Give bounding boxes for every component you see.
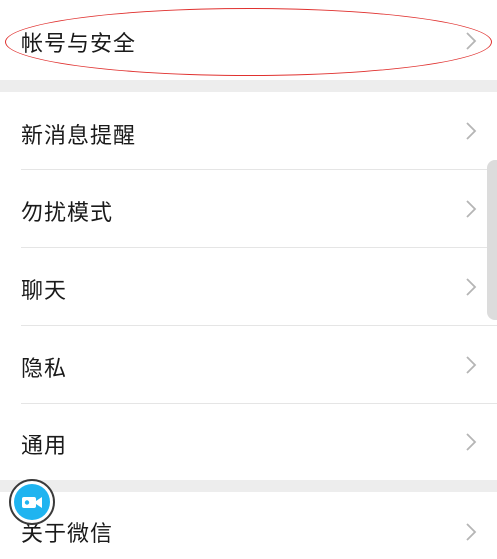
about-group: 关于微信 — [0, 492, 497, 559]
about-row[interactable]: 关于微信 — [0, 492, 497, 559]
chevron-right-icon — [466, 356, 477, 374]
privacy-label: 隐私 — [21, 357, 68, 382]
video-camera-icon — [22, 497, 42, 508]
chevron-right-icon — [466, 32, 477, 50]
chat-label: 聊天 — [21, 279, 68, 304]
settings-row-privacy[interactable]: 隐私 — [0, 326, 497, 403]
floating-video-button[interactable] — [9, 479, 55, 525]
chevron-right-icon — [466, 523, 477, 541]
chevron-right-icon — [466, 278, 477, 296]
settings-row-notifications[interactable]: 新消息提醒 — [0, 92, 497, 170]
settings-screen: 帐号与安全 新消息提醒 勿扰模式 聊天 隐私 通用 关于微信 — [0, 0, 497, 559]
do-not-disturb-label: 勿扰模式 — [21, 201, 114, 226]
chevron-right-icon — [466, 433, 477, 451]
side-scroll-handle[interactable] — [487, 160, 497, 320]
notifications-label: 新消息提醒 — [21, 124, 137, 149]
chevron-right-icon — [466, 200, 477, 218]
settings-row-general[interactable]: 通用 — [0, 404, 497, 480]
chevron-right-icon — [466, 122, 477, 140]
floating-button-inner — [14, 484, 50, 520]
settings-group: 新消息提醒 勿扰模式 聊天 隐私 通用 — [0, 92, 497, 480]
account-group: 帐号与安全 — [0, 0, 497, 80]
general-label: 通用 — [21, 434, 68, 459]
settings-row-do-not-disturb[interactable]: 勿扰模式 — [0, 170, 497, 247]
account-security-label: 帐号与安全 — [21, 32, 137, 57]
settings-row-chat[interactable]: 聊天 — [0, 248, 497, 325]
account-security-row[interactable]: 帐号与安全 — [0, 0, 497, 80]
